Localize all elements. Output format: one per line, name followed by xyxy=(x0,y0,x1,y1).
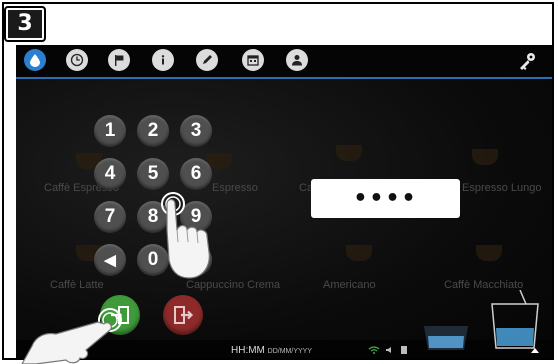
keypad-key-3[interactable]: 3 xyxy=(180,115,212,147)
status-icons xyxy=(368,345,408,355)
pointing-hand-icon xyxy=(161,192,210,279)
keypad-key-5[interactable]: 5 xyxy=(137,158,169,190)
bg-product-label: Caffè Latte xyxy=(50,279,104,291)
top-menu-bar xyxy=(16,45,552,79)
keypad-key-1[interactable]: 1 xyxy=(94,115,126,147)
coffee-pot-icon xyxy=(491,290,539,349)
calendar-icon[interactable] xyxy=(242,49,264,71)
bg-product-label: Americano xyxy=(323,279,376,291)
keypad-key-7[interactable]: 7 xyxy=(94,201,126,233)
bg-cup-icon xyxy=(346,245,372,261)
bg-cup-icon xyxy=(336,145,362,161)
flag-icon[interactable] xyxy=(108,49,130,71)
keypad-key-4[interactable]: 4 xyxy=(94,158,126,190)
bg-product-label: Espresso Lungo xyxy=(462,182,542,194)
keypad-key-backspace[interactable]: ◀ xyxy=(94,244,126,276)
bg-product-label: Cappuccino Crema xyxy=(186,279,281,291)
bg-cup-icon xyxy=(476,245,502,261)
bg-cup-icon xyxy=(472,149,498,165)
wifi-icon xyxy=(368,346,380,354)
date-text: DD/MM/YYYY xyxy=(267,348,313,355)
pencil-icon[interactable] xyxy=(196,49,218,71)
speaker-icon xyxy=(386,347,391,353)
clock-readout: HH:MM DD/MM/YYYY xyxy=(231,345,312,356)
milk-jug-icon xyxy=(424,326,468,350)
exit-door-icon xyxy=(174,306,194,324)
cancel-button[interactable] xyxy=(163,295,203,335)
info-icon[interactable] xyxy=(152,49,174,71)
keypad-key-2[interactable]: 2 xyxy=(137,115,169,147)
chevron-up-icon[interactable] xyxy=(530,346,540,354)
keypad-key-6[interactable]: 6 xyxy=(180,158,212,190)
pointing-hand-icon xyxy=(21,308,122,364)
key-icon[interactable] xyxy=(516,50,538,72)
time-text: HH:MM xyxy=(231,345,265,356)
cup-status-icon xyxy=(401,346,407,354)
pin-display: •••• xyxy=(311,179,460,218)
clock-icon[interactable] xyxy=(66,49,88,71)
step-badge: 3 xyxy=(4,6,46,42)
water-drop-icon[interactable] xyxy=(24,49,46,71)
user-icon[interactable] xyxy=(286,49,308,71)
